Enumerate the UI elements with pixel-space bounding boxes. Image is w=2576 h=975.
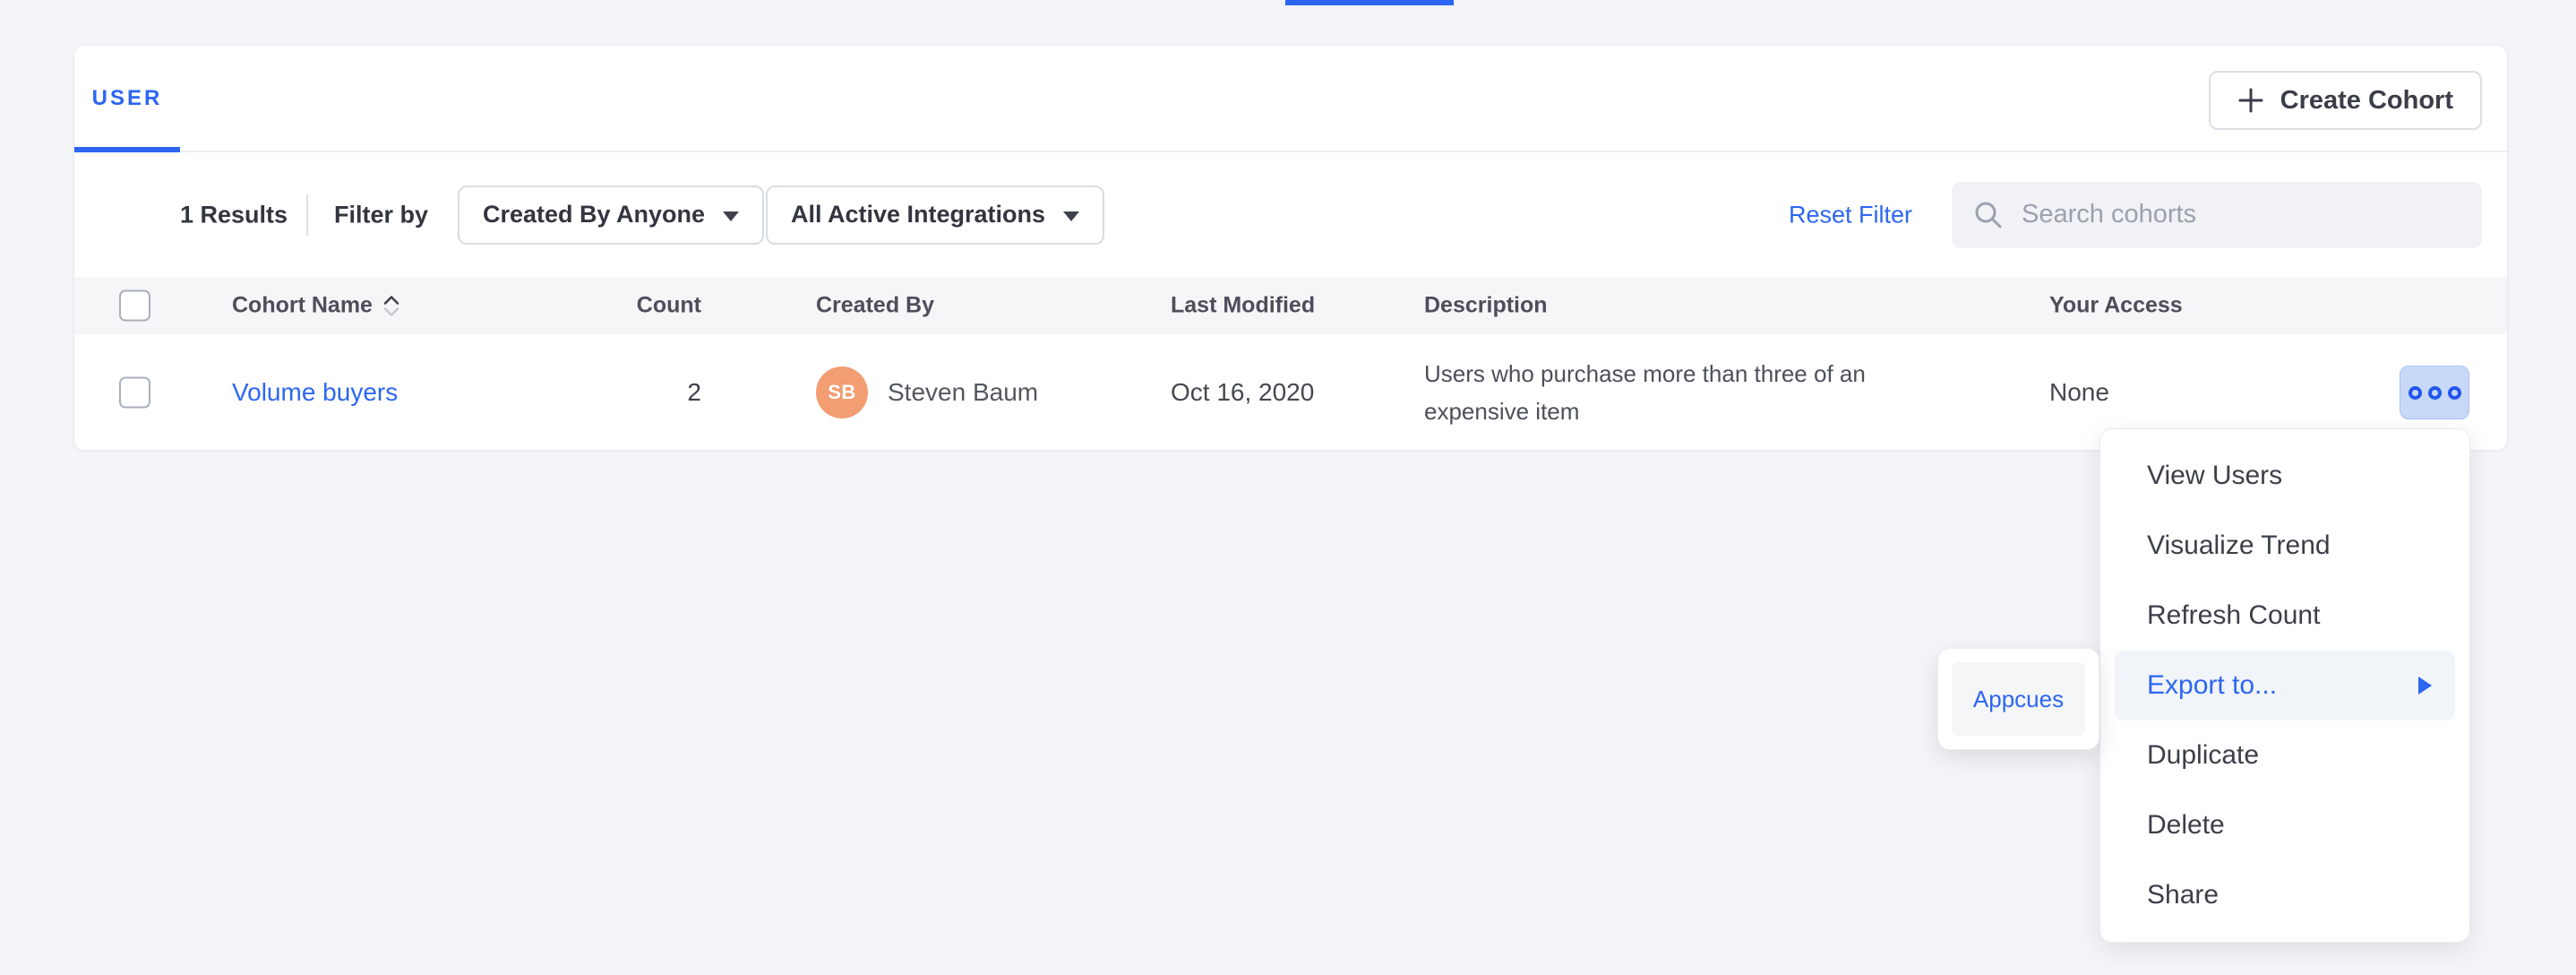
avatar: SB — [816, 367, 868, 418]
create-cohort-label: Create Cohort — [2280, 86, 2453, 116]
results-count: 1 Results — [180, 201, 288, 229]
creator-name: Steven Baum — [888, 378, 1038, 407]
menu-item-refresh-count[interactable]: Refresh Count — [2115, 581, 2455, 651]
tab-user-label: USER — [92, 86, 163, 111]
tab-user[interactable]: USER — [74, 46, 180, 151]
create-cohort-button[interactable]: Create Cohort — [2209, 71, 2482, 130]
integrations-dropdown-value: All Active Integrations — [791, 201, 1045, 229]
your-access-value: None — [2049, 378, 2109, 407]
cohort-description: Users who purchase more than three of an… — [1424, 355, 1866, 430]
search-input[interactable] — [2020, 199, 2460, 230]
chevron-down-icon — [1063, 211, 1079, 221]
sort-arrows-icon — [382, 293, 401, 318]
more-options-icon — [2448, 386, 2461, 400]
menu-item-visualize-trend[interactable]: Visualize Trend — [2115, 511, 2455, 581]
row-checkbox[interactable] — [119, 377, 150, 409]
menu-item-view-users[interactable]: View Users — [2115, 441, 2455, 511]
header-cohort-name: Cohort Name — [232, 293, 373, 319]
more-options-icon — [2428, 386, 2442, 400]
reset-filter-link[interactable]: Reset Filter — [1789, 201, 1912, 229]
menu-item-export-to[interactable]: Export to... — [2115, 651, 2455, 720]
cohorts-card: USER Create Cohort 1 Results Filter by C… — [73, 45, 2508, 451]
cohorts-page: USER Create Cohort 1 Results Filter by C… — [0, 0, 2576, 975]
filter-divider — [306, 194, 308, 236]
filter-by-label: Filter by — [334, 201, 428, 229]
sort-by-name-control[interactable]: Cohort Name — [232, 293, 401, 319]
cohort-name-link[interactable]: Volume buyers — [232, 378, 398, 406]
header-description: Description — [1424, 293, 1548, 319]
menu-item-delete[interactable]: Delete — [2115, 790, 2455, 860]
export-submenu: Appcues — [1937, 648, 2099, 750]
table-header-row: Cohort Name Count Created By Last Modifi… — [74, 277, 2507, 334]
row-actions-button[interactable] — [2400, 366, 2469, 419]
header-count: Count — [558, 293, 701, 319]
select-all-checkbox[interactable] — [119, 290, 150, 322]
menu-item-export-to-label: Export to... — [2147, 670, 2277, 700]
search-icon — [1973, 200, 2004, 230]
chevron-down-icon — [723, 211, 739, 221]
tab-strip: USER Create Cohort — [74, 46, 2507, 152]
submenu-arrow-icon — [2418, 677, 2432, 695]
integrations-dropdown[interactable]: All Active Integrations — [766, 186, 1104, 245]
created-by-dropdown[interactable]: Created By Anyone — [458, 186, 764, 245]
menu-item-share[interactable]: Share — [2115, 860, 2455, 930]
description-line-1: Users who purchase more than three of an — [1424, 355, 1866, 393]
cohort-count: 2 — [558, 378, 701, 407]
header-your-access: Your Access — [2049, 293, 2183, 319]
last-modified-date: Oct 16, 2020 — [1171, 378, 1314, 407]
more-options-icon — [2409, 386, 2422, 400]
submenu-item-appcues[interactable]: Appcues — [1952, 662, 2085, 736]
creator-cell: SB Steven Baum — [816, 367, 1038, 418]
header-created-by: Created By — [816, 293, 934, 319]
description-line-2: expensive item — [1424, 393, 1866, 430]
menu-item-duplicate[interactable]: Duplicate — [2115, 720, 2455, 790]
search-box — [1952, 182, 2482, 248]
active-nav-tab-indicator — [1285, 0, 1454, 5]
filter-bar: 1 Results Filter by Created By Anyone Al… — [74, 152, 2507, 277]
header-last-modified: Last Modified — [1171, 293, 1315, 319]
created-by-dropdown-value: Created By Anyone — [483, 201, 705, 229]
row-actions-menu: View Users Visualize Trend Refresh Count… — [2099, 428, 2470, 943]
plus-icon — [2237, 87, 2264, 114]
